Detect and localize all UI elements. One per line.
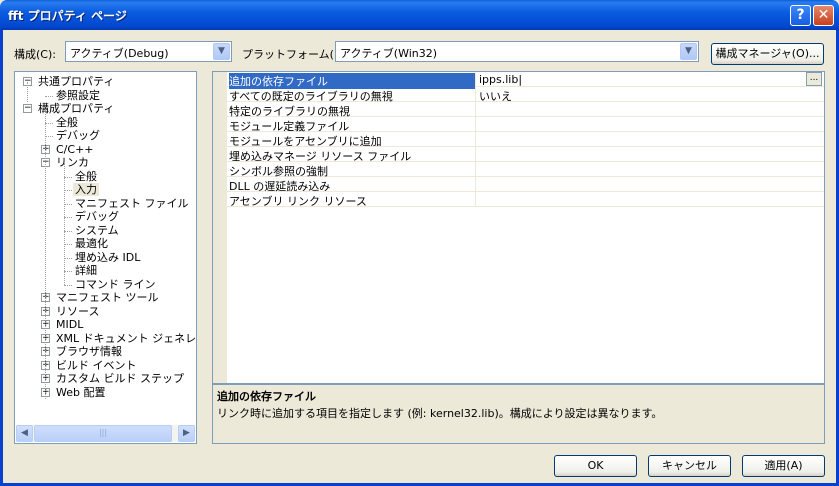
property-row[interactable]: 追加の依存ファイル ipps.lib|...: [213, 72, 824, 89]
window-title: fft プロパティ ページ: [8, 9, 127, 23]
property-row[interactable]: DLL の遅延読み込み: [213, 177, 824, 193]
tree-item[interactable]: コマンド ライン: [73, 278, 158, 291]
tree-horizontal-scrollbar[interactable]: ◀ ||| ▶: [16, 425, 195, 442]
tree-item[interactable]: MIDL: [54, 318, 85, 331]
tree-connector: [45, 122, 53, 124]
property-row[interactable]: モジュールをアセンブリに追加: [213, 132, 824, 148]
property-tree[interactable]: − 共通プロパティ 参照設定 − 構成プロパティ 全般 デバッグ + C/C++ − リンカ 全般 入力…: [14, 71, 197, 444]
property-row[interactable]: 埋め込みマネージ リソース ファイル: [213, 147, 824, 163]
tree-item[interactable]: 全般: [54, 116, 80, 129]
tree-item[interactable]: システム: [73, 224, 121, 237]
tree-item[interactable]: デバッグ: [73, 210, 121, 223]
column-divider[interactable]: [475, 132, 476, 147]
tree-expander-icon[interactable]: −: [23, 104, 32, 113]
property-row[interactable]: モジュール定義ファイル: [213, 117, 824, 133]
title-bar: fft プロパティ ページ ? ✕: [0, 0, 839, 30]
tree-item[interactable]: 埋め込み IDL: [73, 251, 142, 264]
platform-label: プラットフォーム(P):: [242, 48, 349, 61]
column-divider[interactable]: [475, 102, 476, 117]
row-gutter: [213, 147, 227, 162]
apply-button[interactable]: 適用(A): [742, 455, 825, 477]
description-text: リンク時に追加する項目を指定します (例: kernel32.lib)。構成によ…: [217, 407, 663, 420]
config-select-value: アクティブ(Debug): [70, 47, 169, 60]
tree-connector: [64, 284, 72, 286]
chevron-down-icon[interactable]: ▼: [213, 43, 230, 60]
tree-item[interactable]: カスタム ビルド ステップ: [54, 372, 186, 385]
scroll-right-icon[interactable]: ▶: [178, 425, 195, 442]
row-gutter: [213, 87, 227, 102]
tree-connector: [64, 257, 72, 259]
tree-item[interactable]: C/C++: [54, 143, 96, 156]
row-gutter: [213, 132, 227, 147]
tree-item[interactable]: リンカ: [54, 156, 91, 169]
tree-connector: [64, 163, 65, 285]
help-button[interactable]: ?: [790, 5, 811, 26]
tree-connector: [64, 217, 72, 218]
config-label: 構成(C):: [14, 48, 56, 61]
tree-connector: [64, 203, 72, 205]
property-name: アセンブリ リンク リソース: [229, 195, 367, 208]
column-divider[interactable]: [475, 177, 476, 192]
tree-item[interactable]: ブラウザ情報: [54, 345, 124, 358]
column-divider[interactable]: [475, 147, 476, 162]
row-gutter: [213, 177, 227, 192]
column-divider[interactable]: [475, 72, 476, 87]
tree-item[interactable]: 参照設定: [54, 89, 102, 102]
tree-connector: [64, 244, 72, 245]
tree-connector: [45, 95, 53, 97]
row-gutter: [213, 102, 227, 117]
column-divider[interactable]: [475, 162, 476, 177]
window-frame-left: [0, 30, 3, 486]
ellipsis-button[interactable]: ...: [806, 72, 822, 86]
tree-item[interactable]: ビルド イベント: [54, 359, 139, 372]
config-manager-button[interactable]: 構成マネージャ(O)...: [711, 43, 824, 65]
ok-button[interactable]: OK: [554, 455, 637, 477]
tree-item[interactable]: 構成プロパティ: [36, 102, 116, 115]
tree-item[interactable]: 詳細: [73, 264, 99, 277]
row-gutter: [213, 192, 227, 207]
tree-connector: [45, 109, 46, 399]
property-row[interactable]: 特定のライブラリの無視: [213, 102, 824, 118]
property-row[interactable]: すべての既定のライブラリの無視 いいえ: [213, 87, 824, 103]
tree-item[interactable]: 最適化: [73, 237, 110, 250]
property-row[interactable]: シンボル参照の強制: [213, 162, 824, 178]
tree-connector: [64, 230, 72, 232]
column-divider[interactable]: [475, 192, 476, 207]
property-row[interactable]: アセンブリ リンク リソース: [213, 192, 824, 208]
platform-select[interactable]: アクティブ(Win32) ▼: [335, 41, 699, 62]
tree-connector: [45, 136, 53, 137]
tree-item[interactable]: XML ドキュメント ジェネレータ: [54, 332, 196, 345]
scroll-thumb[interactable]: |||: [34, 425, 172, 442]
description-title: 追加の依存ファイル: [217, 390, 316, 403]
column-divider[interactable]: [475, 117, 476, 132]
column-divider[interactable]: [475, 87, 476, 102]
cancel-button[interactable]: キャンセル: [648, 455, 731, 477]
scroll-left-icon[interactable]: ◀: [16, 425, 33, 442]
row-gutter: [213, 117, 227, 132]
tree-item[interactable]: 全般: [73, 170, 99, 183]
tree-connector: [27, 82, 28, 102]
tree-connector: [64, 176, 72, 178]
chevron-down-icon[interactable]: ▼: [680, 43, 697, 60]
tree-item[interactable]: 入力: [73, 183, 99, 196]
row-gutter: [213, 72, 227, 87]
tree-connector: [64, 271, 72, 272]
row-gutter: [213, 162, 227, 177]
close-button[interactable]: ✕: [813, 5, 834, 26]
tree-item[interactable]: マニフェスト ツール: [54, 291, 161, 304]
tree-item[interactable]: リソース: [54, 305, 101, 318]
grid-gutter: [213, 207, 227, 383]
config-select[interactable]: アクティブ(Debug) ▼: [65, 41, 232, 62]
tree-connector: [64, 190, 72, 191]
property-value[interactable]: ipps.lib|: [479, 73, 522, 86]
property-grid[interactable]: 追加の依存ファイル ipps.lib|... すべての既定のライブラリの無視 いいえ特…: [212, 71, 825, 384]
tree-item[interactable]: マニフェスト ファイル: [73, 197, 191, 210]
platform-select-value: アクティブ(Win32): [340, 47, 438, 60]
description-panel: 追加の依存ファイル リンク時に追加する項目を指定します (例: kernel32…: [212, 384, 825, 444]
tree-item[interactable]: 共通プロパティ: [36, 75, 116, 88]
tree-item[interactable]: デバッグ: [54, 129, 102, 142]
tree-item[interactable]: Web 配置: [54, 386, 107, 399]
